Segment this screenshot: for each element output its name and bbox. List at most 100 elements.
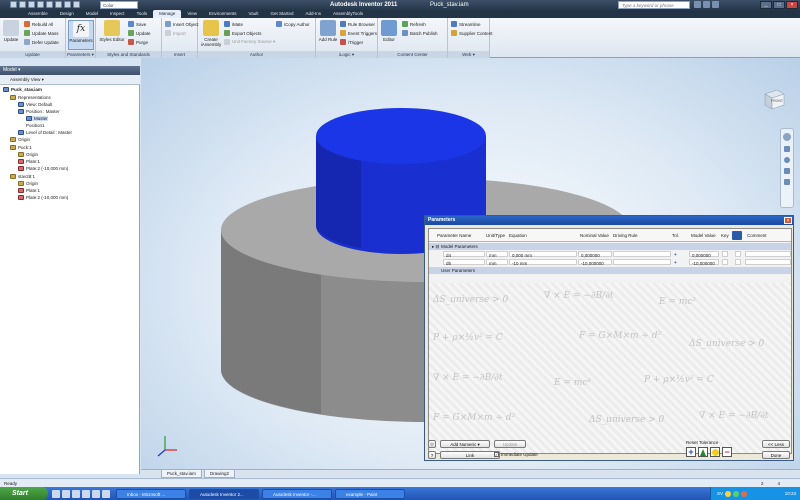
link-button[interactable]: Link bbox=[440, 451, 500, 459]
tree-node-stav-plate1[interactable]: Plate:1 bbox=[18, 188, 40, 193]
help-icon[interactable] bbox=[712, 1, 719, 8]
new-icon[interactable] bbox=[19, 1, 26, 8]
tree-node-puck-origin[interactable]: Origin bbox=[18, 152, 38, 157]
tree-node-puck-plate2[interactable]: Plate:2 (-10,000 mm) bbox=[18, 166, 68, 171]
browser-header[interactable]: Model ▾ bbox=[0, 66, 140, 75]
tree-node-position[interactable]: Position : Master bbox=[18, 109, 60, 114]
tree-node-stav-origin[interactable]: Origin bbox=[18, 181, 38, 186]
tree-node-origin[interactable]: Origin bbox=[10, 137, 30, 142]
update-button[interactable]: Update bbox=[2, 20, 20, 42]
tab-manage[interactable]: Manage bbox=[153, 10, 182, 18]
supplier-content-button[interactable]: Supplier Content bbox=[451, 30, 493, 36]
upper-tolerance-icon[interactable]: + bbox=[686, 447, 696, 457]
desktop-icon[interactable] bbox=[62, 489, 70, 498]
tab-add-ins[interactable]: Add-Ins bbox=[300, 10, 328, 18]
export-checkbox[interactable] bbox=[735, 259, 741, 265]
col-model-value[interactable]: Model Value bbox=[691, 233, 716, 238]
search-icon[interactable] bbox=[694, 1, 701, 8]
tray-icon[interactable] bbox=[725, 490, 732, 497]
tab-model[interactable]: Model bbox=[80, 10, 104, 18]
media-icon[interactable] bbox=[92, 489, 100, 498]
update-icon[interactable] bbox=[73, 1, 80, 8]
select-icon[interactable] bbox=[64, 1, 71, 8]
rebuild-all-button[interactable]: Rebuild All bbox=[24, 21, 53, 27]
steering-wheel-icon[interactable] bbox=[783, 133, 791, 141]
tolerance-icon[interactable]: + bbox=[674, 251, 677, 258]
done-button[interactable]: Done bbox=[762, 451, 790, 459]
defer-update-button[interactable]: Defer Update bbox=[24, 39, 59, 45]
expand-icon[interactable]: ▸ ⊟ bbox=[432, 243, 439, 250]
update-mass-button[interactable]: Update Mass bbox=[24, 30, 59, 36]
browser-toolbar[interactable]: Assembly View ▾ bbox=[0, 75, 140, 85]
tree-node-view[interactable]: View: Default bbox=[18, 102, 52, 107]
group-model-parameters[interactable]: ▸ ⊟ Model Parameters bbox=[429, 243, 791, 250]
nominal-tolerance-icon[interactable] bbox=[710, 447, 720, 457]
tree-node-position1[interactable]: Position1 bbox=[26, 123, 45, 128]
col-equation[interactable]: Equation bbox=[509, 233, 527, 238]
tab-design[interactable]: Design bbox=[54, 10, 80, 18]
styles-editor-button[interactable]: Styles Editor bbox=[98, 20, 126, 42]
pan-icon[interactable] bbox=[784, 146, 790, 152]
app-menu-icon[interactable] bbox=[10, 1, 17, 8]
subscription-icon[interactable] bbox=[703, 1, 710, 8]
tree-node-representations[interactable]: Representations bbox=[10, 95, 51, 100]
less-button[interactable]: << Less bbox=[762, 440, 790, 448]
orbit-icon[interactable] bbox=[784, 168, 790, 174]
save-style-button[interactable]: Save bbox=[128, 21, 146, 27]
col-comment[interactable]: Comment bbox=[747, 233, 767, 238]
icopy-author-button[interactable]: iCopy Author bbox=[276, 21, 310, 27]
minimize-button[interactable]: _ bbox=[760, 1, 772, 9]
tab-get-started[interactable]: Get Started bbox=[264, 10, 299, 18]
create-iassembly-button[interactable]: Create iAssembly bbox=[200, 20, 222, 47]
insert-object-button[interactable]: Insert Object bbox=[165, 21, 199, 27]
tab-tools[interactable]: Tools bbox=[131, 10, 154, 18]
tree-node-puck[interactable]: Puck:1 bbox=[10, 145, 32, 150]
update-style-button[interactable]: Update bbox=[128, 30, 151, 36]
save-icon[interactable] bbox=[37, 1, 44, 8]
language-indicator[interactable]: SV bbox=[717, 491, 723, 496]
app-icon[interactable] bbox=[102, 489, 110, 498]
unit-factory-dropdown[interactable]: Unit Factory Source ▾ bbox=[224, 39, 275, 45]
table-row[interactable]: d5 mm -10 mm -10,000000 + -10,000000 bbox=[429, 259, 791, 266]
tab-environments[interactable]: Environments bbox=[203, 10, 243, 18]
median-tolerance-icon[interactable] bbox=[698, 447, 708, 457]
tab-vault[interactable]: Vault bbox=[243, 10, 265, 18]
tab-inspect[interactable]: Inspect bbox=[104, 10, 131, 18]
tree-node-master[interactable]: Master bbox=[26, 116, 48, 121]
doc-tab-puck[interactable]: Puck_stav.iam bbox=[161, 470, 202, 478]
lower-tolerance-icon[interactable]: − bbox=[722, 447, 732, 457]
task-inventor-2[interactable]: Autodesk Inventor -... bbox=[262, 488, 332, 499]
itrigger-button[interactable]: iTrigger bbox=[340, 39, 363, 45]
export-checkbox[interactable] bbox=[735, 251, 741, 257]
task-inbox[interactable]: Inbox - Microsoft ... bbox=[116, 488, 186, 499]
batch-publish-button[interactable]: Batch Publish bbox=[402, 30, 438, 36]
col-key[interactable]: Key bbox=[721, 233, 729, 238]
immediate-update-checkbox[interactable]: ✓ Immediate Update bbox=[494, 452, 538, 457]
imate-button[interactable]: iMate bbox=[224, 21, 243, 27]
tree-node-stav-plate2[interactable]: Plate:2 (-10,000 mm) bbox=[18, 195, 68, 200]
rule-browser-button[interactable]: Rule Browser bbox=[340, 21, 375, 27]
tree-node-stav[interactable]: stav28:1 bbox=[10, 174, 35, 179]
tab-assembly-tools[interactable]: AssemblyTools bbox=[327, 10, 369, 18]
network-icon[interactable] bbox=[733, 490, 740, 497]
zoom-icon[interactable] bbox=[784, 157, 790, 163]
ie-icon[interactable] bbox=[52, 489, 60, 498]
redo-icon[interactable] bbox=[55, 1, 62, 8]
explorer-icon[interactable] bbox=[82, 489, 90, 498]
export-column-icon[interactable] bbox=[732, 231, 742, 240]
key-checkbox[interactable] bbox=[722, 251, 728, 257]
import-button[interactable]: Import bbox=[165, 30, 186, 36]
undo-icon[interactable] bbox=[46, 1, 53, 8]
close-button[interactable]: × bbox=[786, 1, 798, 9]
look-at-icon[interactable] bbox=[784, 179, 790, 185]
security-icon[interactable] bbox=[741, 490, 748, 497]
col-unit-type[interactable]: Unit/Type bbox=[486, 233, 505, 238]
parameters-button[interactable]: fx Parameters bbox=[68, 20, 94, 50]
dialog-close-button[interactable]: × bbox=[784, 217, 792, 224]
viewcube[interactable]: FRONT bbox=[760, 85, 786, 111]
streamline-button[interactable]: Streamline bbox=[451, 21, 481, 27]
key-checkbox[interactable] bbox=[722, 259, 728, 265]
col-driving-rule[interactable]: Driving Rule bbox=[613, 233, 638, 238]
purge-button[interactable]: Purge bbox=[128, 39, 148, 45]
tree-node-root[interactable]: Puck_stav.iam bbox=[3, 87, 42, 92]
